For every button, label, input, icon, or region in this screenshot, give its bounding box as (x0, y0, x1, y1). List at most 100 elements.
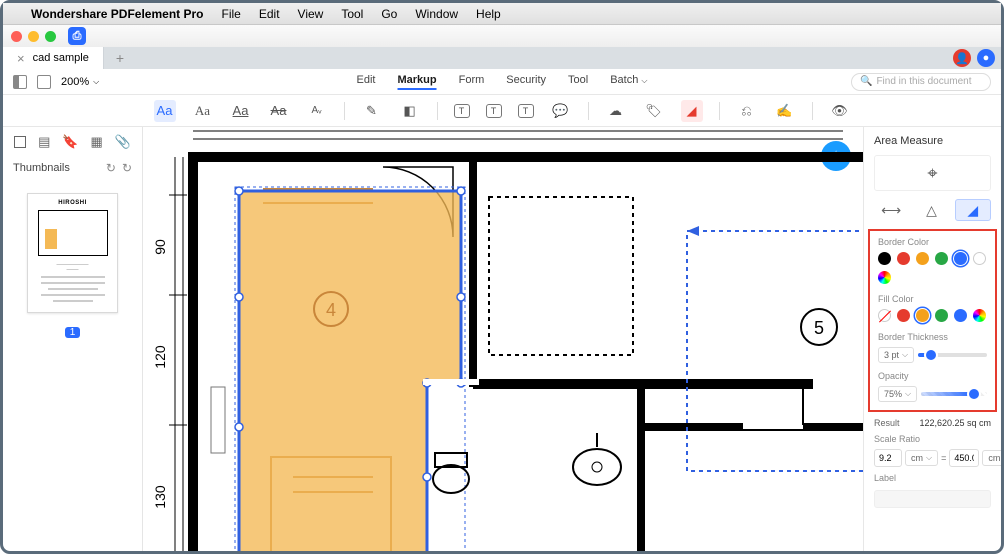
pen-tool[interactable]: ✎ (361, 100, 383, 122)
search-input[interactable]: 🔍 Find in this document (851, 73, 991, 91)
page-number-badge: 1 (65, 327, 81, 338)
measure-area-mode[interactable]: ◢ (955, 199, 991, 221)
outline-view-icon[interactable]: ▤ (36, 134, 52, 150)
menu-help[interactable]: Help (476, 7, 501, 21)
sidebar-toggle-icon[interactable] (13, 75, 27, 89)
eraser-tool[interactable]: ◧ (399, 100, 421, 122)
highlight-tool[interactable]: Aa (154, 100, 176, 122)
menu-tool[interactable]: Tool (341, 7, 363, 21)
swatch-orange[interactable] (916, 252, 929, 265)
border-color-swatches (878, 252, 987, 284)
minimize-window-button[interactable] (28, 31, 39, 42)
refresh-icon-2[interactable]: ↻ (122, 161, 132, 175)
tab-markup[interactable]: Markup (397, 74, 436, 90)
measure-perimeter-mode[interactable]: △ (914, 199, 948, 221)
macos-menubar: Wondershare PDFelement Pro File Edit Vie… (3, 3, 1001, 25)
result-value: 122,620.25 sq cm (919, 418, 991, 428)
tab-tool[interactable]: Tool (568, 74, 588, 90)
markup-tools-row: Aa Aa Aa Aa Aᵥ ✎ ◧ T T T 💬 ☁ 🏷 ◢ ⎌ ✍ 👁 (3, 95, 1001, 127)
swatch-white[interactable] (973, 252, 986, 265)
refresh-icon[interactable]: ↻ (106, 161, 116, 175)
measure-distance-mode[interactable]: ⟷ (874, 199, 908, 221)
swatch-fill-custom[interactable] (973, 309, 986, 322)
menu-window[interactable]: Window (415, 7, 458, 21)
maximize-window-button[interactable] (45, 31, 56, 42)
panel-title: Thumbnails (13, 162, 70, 174)
search-placeholder: Find in this document (876, 76, 971, 87)
thickness-slider[interactable] (918, 353, 987, 357)
label-input[interactable] (874, 490, 991, 508)
text-tool-2[interactable]: Aa (192, 100, 214, 122)
ruler-tick-90: 90 (152, 239, 168, 255)
scale-unit-a[interactable]: cm⌵ (905, 450, 938, 466)
measure-tool[interactable]: ◢ (681, 100, 703, 122)
window-titlebar: ⎙ (3, 25, 1001, 47)
close-window-button[interactable] (11, 31, 22, 42)
swatch-fill-blue[interactable] (954, 309, 967, 322)
menu-view[interactable]: View (298, 7, 324, 21)
swatch-none[interactable] (878, 309, 891, 322)
window-controls (11, 31, 56, 42)
panel-toggle-icon[interactable] (37, 75, 51, 89)
document-tab[interactable]: × cad sample (3, 47, 104, 69)
highlighted-properties-group: Border Color Fill Color Border Thickness (868, 229, 997, 412)
app-name[interactable]: Wondershare PDFelement Pro (31, 7, 204, 21)
annotations-icon[interactable]: ▦ (89, 134, 105, 150)
tab-form[interactable]: Form (459, 74, 485, 90)
tab-title: cad sample (33, 52, 89, 64)
swatch-blue-selected[interactable] (954, 252, 967, 265)
strikethrough-tool[interactable]: Aa (268, 100, 290, 122)
close-tab-icon[interactable]: × (17, 51, 25, 66)
scale-input-a[interactable] (874, 449, 902, 467)
account-badge[interactable]: 👤 (953, 49, 971, 67)
scale-label: Scale Ratio (864, 434, 1001, 444)
scale-input-b[interactable] (949, 449, 979, 467)
ruler-tick-130: 130 (152, 485, 168, 509)
swatch-red[interactable] (897, 252, 910, 265)
show-hide-tool[interactable]: 👁 (829, 100, 851, 122)
zoom-control[interactable]: 200% ⌵ (61, 76, 99, 88)
swatch-green[interactable] (935, 252, 948, 265)
textbox-tool[interactable]: T (454, 104, 470, 118)
menu-go[interactable]: Go (381, 7, 397, 21)
note-tool[interactable]: T (518, 104, 534, 118)
opacity-label: Opacity (878, 371, 987, 381)
svg-text:5: 5 (814, 318, 824, 338)
stamp-tool[interactable]: ⎌ (736, 100, 758, 122)
app-icon: ⎙ (68, 27, 86, 45)
comment-tool[interactable]: 💬 (550, 100, 572, 122)
thickness-select[interactable]: 3 pt ⌵ (878, 347, 914, 363)
tab-edit[interactable]: Edit (357, 74, 376, 90)
underline-tool[interactable]: Aa (230, 100, 252, 122)
swatch-fill-orange-selected[interactable] (916, 309, 929, 322)
swatch-fill-red[interactable] (897, 309, 910, 322)
result-label: Result (874, 418, 900, 428)
page-thumbnail[interactable]: HIROSHI ——————————— (27, 193, 118, 313)
scale-unit-b[interactable]: cm⌵ (982, 450, 1001, 466)
opacity-select[interactable]: 75% ⌵ (878, 386, 917, 402)
opacity-slider[interactable] (921, 392, 987, 396)
cloud-tool[interactable]: ☁ (605, 100, 627, 122)
user-avatar[interactable]: ● (977, 49, 995, 67)
caret-tool[interactable]: Aᵥ (306, 100, 328, 122)
signature-tool[interactable]: ✍ (774, 100, 796, 122)
menu-file[interactable]: File (222, 7, 241, 21)
swatch-custom[interactable] (878, 271, 891, 284)
thumbnails-view-icon[interactable] (14, 136, 26, 148)
chevron-down-icon: ⌵ (902, 350, 908, 360)
label-label: Label (864, 467, 1001, 485)
border-color-label: Border Color (878, 237, 987, 247)
document-canvas[interactable]: ✦ 90 120 130 (143, 127, 863, 551)
tab-security[interactable]: Security (506, 74, 546, 90)
menu-edit[interactable]: Edit (259, 7, 280, 21)
bookmark-icon[interactable]: 🔖 (62, 134, 78, 150)
tag-tool[interactable]: 🏷 (643, 100, 665, 122)
swatch-black[interactable] (878, 252, 891, 265)
swatch-fill-green[interactable] (935, 309, 948, 322)
new-tab-button[interactable]: + (104, 50, 136, 66)
ruler-tick-120: 120 (152, 345, 168, 369)
equals-label: = (941, 453, 946, 463)
tab-batch[interactable]: Batch ⌵ (610, 74, 647, 90)
attachments-icon[interactable]: 📎 (115, 134, 131, 150)
callout-tool[interactable]: T (486, 104, 502, 118)
